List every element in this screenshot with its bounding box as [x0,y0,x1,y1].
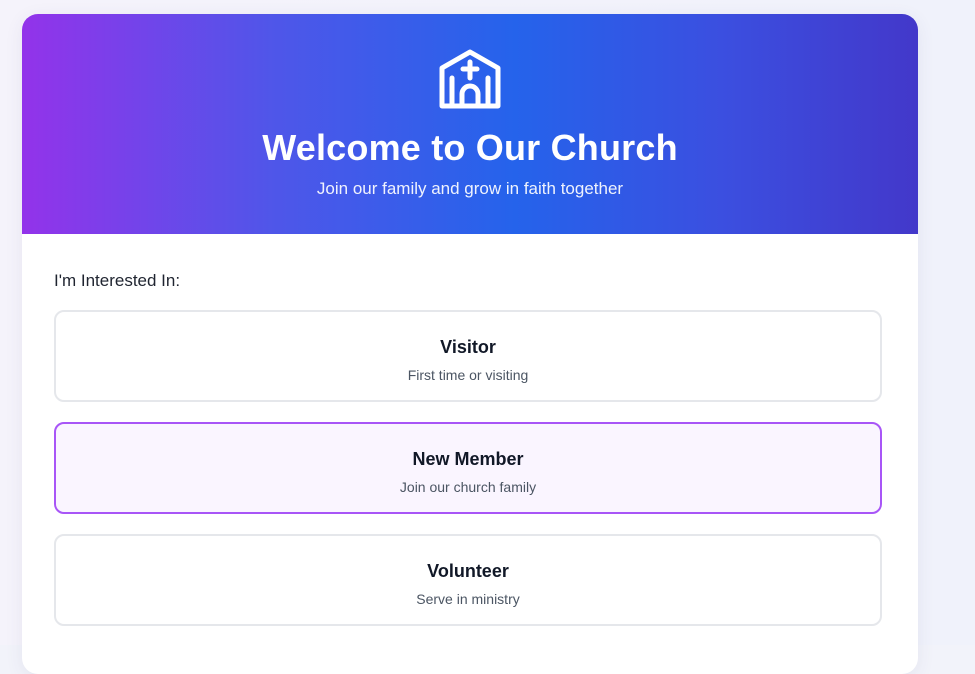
option-title: Volunteer [427,561,509,581]
option-visitor[interactable]: Visitor First time or visiting [54,310,882,402]
option-volunteer[interactable]: Volunteer Serve in ministry [54,534,882,626]
option-new-member[interactable]: New Member Join our church family [54,422,882,514]
option-description: Join our church family [399,479,537,495]
page-subtitle: Join our family and grow in faith togeth… [316,179,624,198]
church-icon [439,49,501,109]
page-title: Welcome to Our Church [262,127,678,168]
option-description: First time or visiting [407,367,529,383]
hero-banner: Welcome to Our Church Join our family an… [22,14,918,234]
interest-section-label: I'm Interested In: [54,271,181,290]
option-title: New Member [412,449,524,469]
option-title: Visitor [440,337,496,357]
welcome-card: Welcome to Our Church Join our family an… [22,14,918,674]
option-description: Serve in ministry [416,591,520,607]
